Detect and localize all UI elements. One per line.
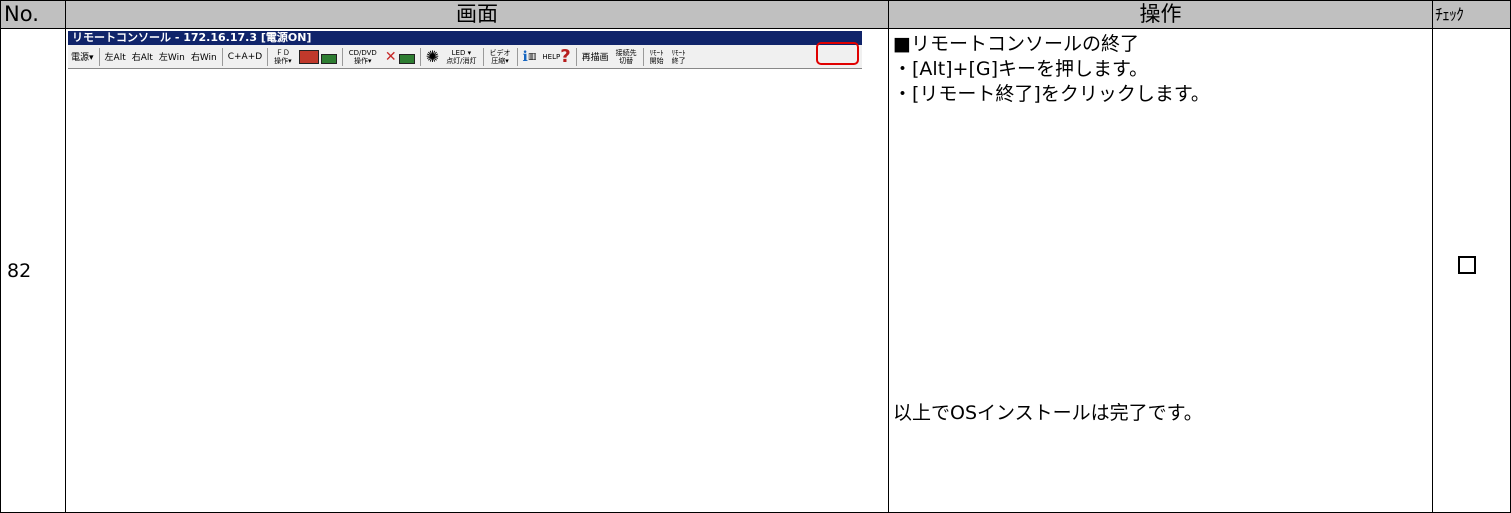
ctrl-alt-del-button[interactable]: C+A+D xyxy=(225,47,265,67)
operation-steps: ■リモートコンソールの終了 ・[Alt]+[G]キーを押します。 ・[リモート終… xyxy=(890,30,1432,108)
switch-label-bottom: 切替 xyxy=(619,56,634,65)
toolbar-separator xyxy=(575,47,577,66)
screen-cell: リモートコンソール - 172.16.17.3 [電源ON] 電源▾ 左Alt … xyxy=(65,28,889,513)
toolbar-separator xyxy=(221,47,223,66)
led-label-top: LED ▾ xyxy=(451,48,472,57)
remote-console-window: リモートコンソール - 172.16.17.3 [電源ON] 電源▾ 左Alt … xyxy=(68,31,862,69)
toolbar-separator xyxy=(98,47,100,66)
console-title: リモートコンソール - 172.16.17.3 [電源ON] xyxy=(68,31,862,45)
left-win-button[interactable]: 左Win xyxy=(156,47,188,67)
remote-end-highlight xyxy=(816,42,859,65)
spreadsheet: No. 画面 操作 ﾁｪｯｸ 82 リモートコンソール - 172.16.17.… xyxy=(0,0,1511,513)
procedure-table: No. 画面 操作 ﾁｪｯｸ 82 リモートコンソール - 172.16.17.… xyxy=(0,0,1511,513)
left-alt-button[interactable]: 左Alt xyxy=(102,47,129,67)
video-label-bottom: 圧縮▾ xyxy=(491,56,509,65)
operation-step: ・[リモート終了]をクリックします。 xyxy=(893,83,1210,105)
fd-label-top: ＦＤ xyxy=(275,48,290,57)
redraw-button[interactable]: 再描画 xyxy=(579,47,612,67)
toolbar-separator xyxy=(267,47,269,66)
led-label-bottom: 点灯/消灯 xyxy=(446,56,477,65)
video-compress-button[interactable]: ビデオ 圧縮▾ xyxy=(486,47,515,67)
bars-icon: ▥ xyxy=(527,51,537,62)
operation-heading: ■リモートコンソールの終了 xyxy=(893,33,1139,55)
fd-status-button[interactable] xyxy=(296,47,340,67)
help-button[interactable]: HELP ? xyxy=(539,47,573,67)
led-menu-button[interactable]: LED ▾ 点灯/消灯 xyxy=(442,47,480,67)
operation-step: ・[Alt]+[G]キーを押します。 xyxy=(893,58,1149,80)
toolbar-separator xyxy=(642,47,644,66)
toolbar-separator xyxy=(516,47,518,66)
operation-cell: ■リモートコンソールの終了 ・[Alt]+[G]キーを押します。 ・[リモート終… xyxy=(888,28,1433,513)
row-number: 82 xyxy=(0,28,66,513)
drive-tray-icon xyxy=(398,53,415,64)
check-box[interactable] xyxy=(1458,256,1476,274)
header-screen: 画面 xyxy=(65,0,889,29)
header-check: ﾁｪｯｸ xyxy=(1432,0,1511,29)
question-icon: ? xyxy=(560,45,571,67)
cd-dvd-menu-button[interactable]: CD/DVD 操作▾ xyxy=(345,47,381,67)
toolbar-separator xyxy=(482,47,484,66)
fd-menu-button[interactable]: ＦＤ 操作▾ xyxy=(270,47,296,67)
info-button[interactable]: ℹ ▥ xyxy=(520,47,540,67)
drive-tray-icon xyxy=(320,53,337,64)
check-cell xyxy=(1432,28,1511,513)
cd-status-button[interactable]: ✕ xyxy=(381,47,418,67)
cd-label-bottom: 操作▾ xyxy=(353,56,372,65)
right-alt-button[interactable]: 右Alt xyxy=(129,47,156,67)
led-sun-icon: ✺ xyxy=(425,46,440,66)
disc-unavailable-icon: ✕ xyxy=(384,48,397,65)
fd-label-bottom: 操作▾ xyxy=(274,56,292,65)
floppy-icon xyxy=(298,49,319,64)
help-label: HELP xyxy=(542,52,561,61)
switch-label-top: 接続先 xyxy=(615,48,637,57)
remote-end-button[interactable]: ﾘﾓｰﾄ 終了 xyxy=(668,47,690,67)
led-icon-button[interactable]: ✺ xyxy=(423,47,442,67)
toolbar-separator xyxy=(419,47,421,66)
cd-label-top: CD/DVD xyxy=(348,48,377,57)
operation-complete-note: 以上でOSインストールは完了です。 xyxy=(893,402,1203,424)
remote-start-button[interactable]: ﾘﾓｰﾄ 開始 xyxy=(646,47,668,67)
console-toolbar: 電源▾ 左Alt 右Alt 左Win 右Win C+A+D ＦＤ 操作▾ CD/… xyxy=(68,45,862,68)
header-operation: 操作 xyxy=(888,0,1433,29)
toolbar-separator xyxy=(341,47,343,66)
right-win-button[interactable]: 右Win xyxy=(188,47,220,67)
remote-start-label-top: ﾘﾓｰﾄ xyxy=(649,48,664,57)
video-label-top: ビデオ xyxy=(489,48,511,57)
header-no: No. xyxy=(0,0,66,29)
power-menu-button[interactable]: 電源▾ xyxy=(68,47,97,67)
remote-end-label-top: ﾘﾓｰﾄ xyxy=(671,48,686,57)
switch-target-button[interactable]: 接続先 切替 xyxy=(612,47,641,67)
remote-start-label-bottom: 開始 xyxy=(649,56,664,65)
remote-end-label-bottom: 終了 xyxy=(671,56,686,65)
